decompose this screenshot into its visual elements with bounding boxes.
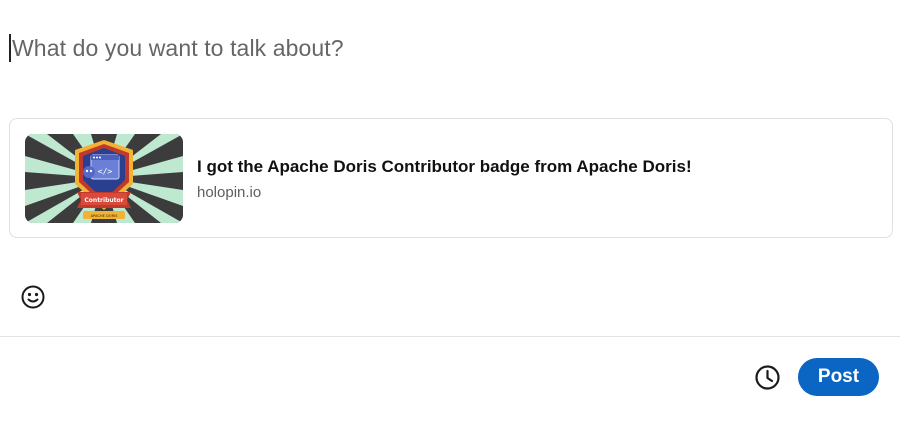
svg-text:</>: </> [98,167,113,176]
link-preview-text: I got the Apache Doris Contributor badge… [197,156,692,201]
post-button[interactable]: Post [798,358,879,396]
post-composer: What do you want to talk about? </> Cont… [0,0,900,435]
link-preview-title: I got the Apache Doris Contributor badge… [197,156,692,176]
post-text-editor[interactable]: What do you want to talk about? [9,30,869,66]
editor-placeholder: What do you want to talk about? [12,34,344,61]
link-preview-card[interactable]: </> Contributor APACHE DORIS I got the A… [9,118,893,238]
text-caret [9,34,11,62]
link-preview-thumbnail: </> Contributor APACHE DORIS [25,133,183,223]
toolbar-divider [0,336,900,337]
emoji-smiley-icon[interactable] [20,284,46,310]
clock-icon[interactable] [754,364,781,391]
badge-caption-text: APACHE DORIS [91,214,119,218]
badge-image: </> Contributor APACHE DORIS [25,133,183,223]
link-preview-domain: holopin.io [197,183,262,201]
badge-ribbon-text: Contributor [84,197,123,204]
